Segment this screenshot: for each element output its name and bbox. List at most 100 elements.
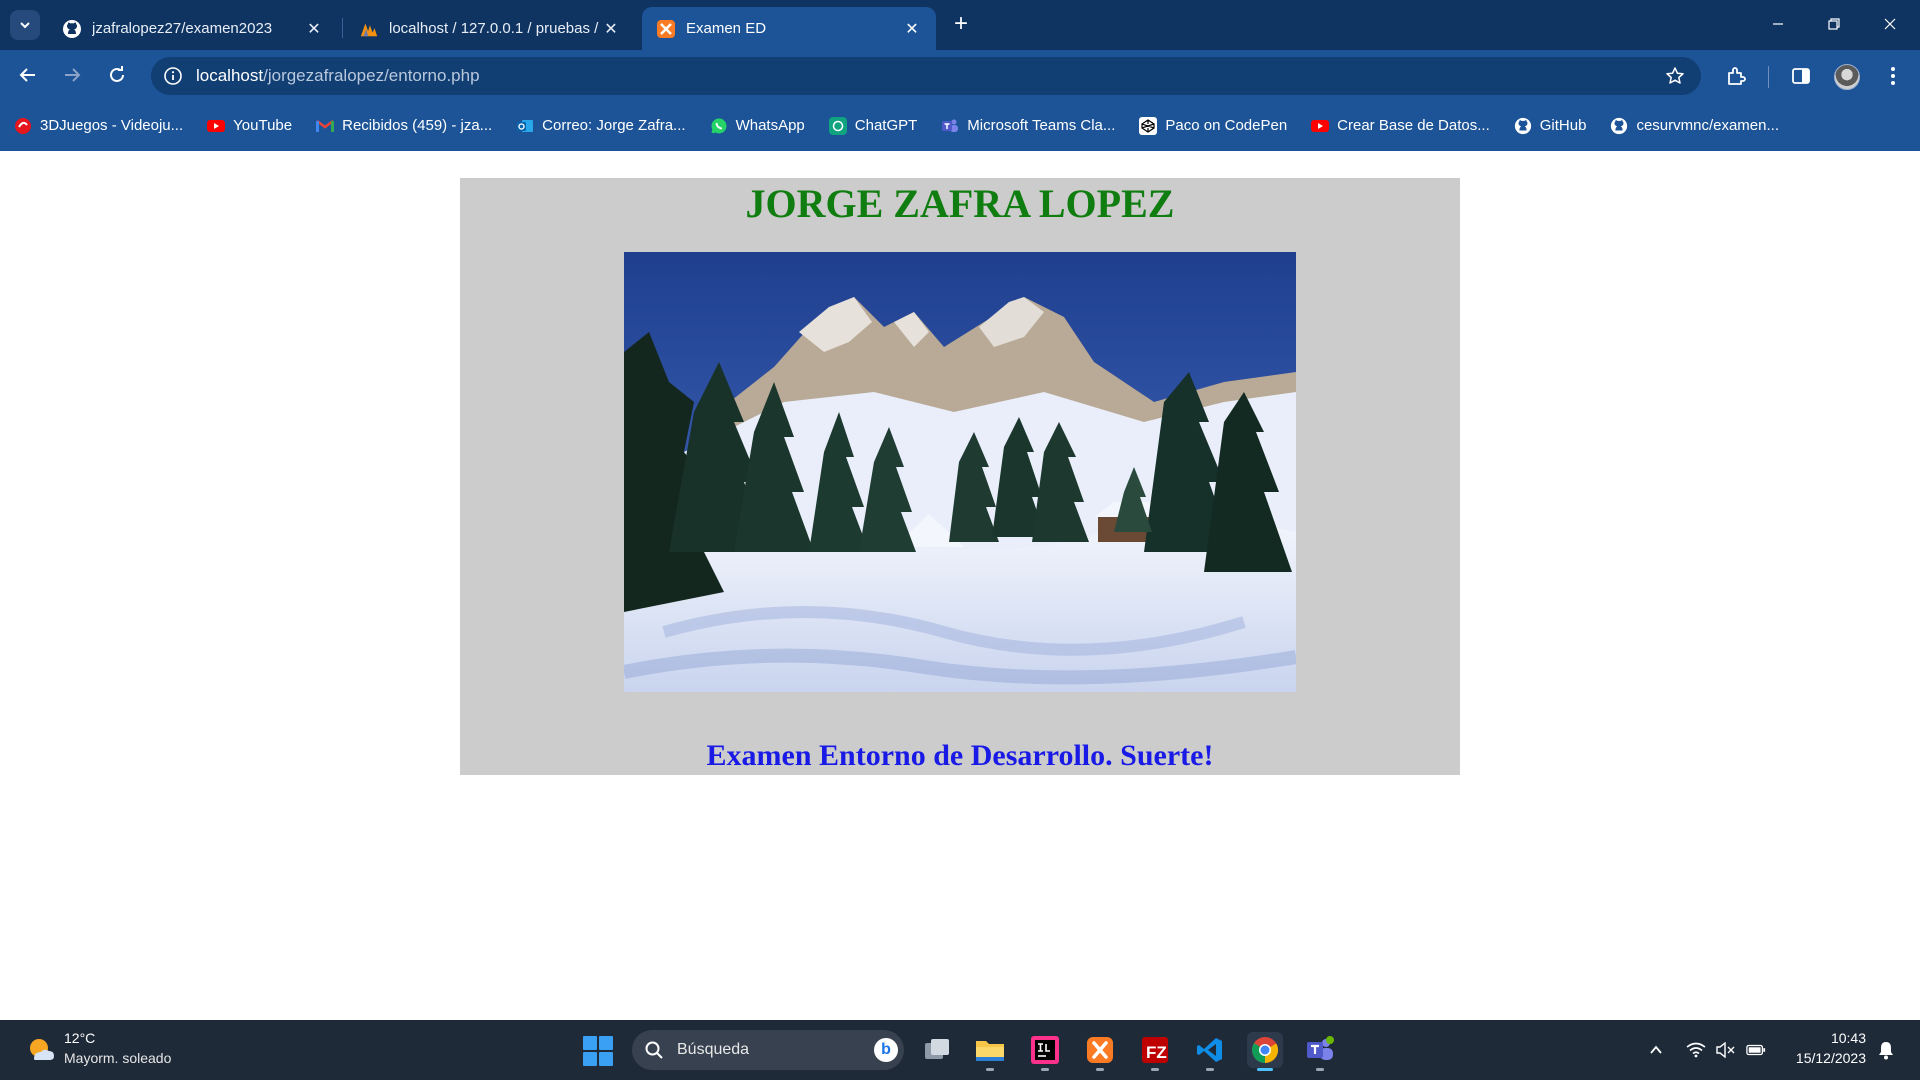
weather-condition[interactable]: Mayorm. soleado [64, 1050, 171, 1066]
tab-examen-ed[interactable]: Examen ED ✕ [642, 7, 936, 50]
restore-button[interactable] [1806, 0, 1862, 48]
bookmark-label: Microsoft Teams Cla... [967, 117, 1116, 134]
windows-logo-tile [583, 1052, 597, 1066]
bookmark-chatgpt[interactable]: ChatGPT [828, 111, 918, 141]
bookmark-star-icon[interactable] [1663, 64, 1687, 88]
url-path: /jorgezafralopez/entorno.php [263, 66, 480, 85]
bookmark-label: Correo: Jorge Zafra... [542, 117, 686, 134]
close-icon[interactable]: ✕ [302, 17, 326, 41]
filezilla-icon[interactable]: FZ [1137, 1032, 1173, 1071]
app-indicator [1041, 1068, 1049, 1071]
file-explorer-icon[interactable] [972, 1032, 1008, 1071]
xampp-icon [656, 19, 676, 39]
avatar[interactable] [1834, 64, 1860, 90]
bookmark-codepen[interactable]: Paco on CodePen [1139, 111, 1287, 141]
address-bar[interactable]: localhost/jorgezafralopez/entorno.php [151, 57, 1701, 95]
battery-icon[interactable] [1746, 1040, 1766, 1060]
close-icon [1884, 18, 1896, 30]
reload-button[interactable] [101, 59, 133, 91]
arrow-right-icon [65, 68, 81, 82]
close-window-button[interactable] [1862, 0, 1918, 48]
bookmark-teams[interactable]: Microsoft Teams Cla... [941, 111, 1115, 141]
side-panel-icon[interactable] [1788, 63, 1814, 89]
teams-icon[interactable] [1302, 1032, 1338, 1071]
url-host: localhost [196, 66, 264, 85]
bookmark-cesurvmnc[interactable]: cesurvmnc/examen... [1610, 111, 1779, 141]
weather-sun-cloud-icon[interactable] [26, 1035, 56, 1065]
bing-icon[interactable]: b [874, 1038, 898, 1062]
bookmark-youtube[interactable]: YouTube [207, 111, 292, 141]
chrome-icon[interactable] [1247, 1032, 1283, 1071]
toolbar-divider [1768, 66, 1769, 88]
bookmark-outlook[interactable]: Correo: Jorge Zafra... [516, 111, 686, 141]
windows-logo-tile [599, 1052, 613, 1066]
tab-title: localhost / 127.0.0.1 / pruebas / [389, 20, 599, 37]
start-button[interactable] [583, 1036, 613, 1066]
clock-date[interactable]: 15/12/2023 [1780, 1050, 1866, 1066]
search-icon [645, 1041, 663, 1059]
bookmark-crear-base-de-datos[interactable]: Crear Base de Datos... [1311, 111, 1490, 141]
minimize-button[interactable] [1750, 0, 1806, 48]
notification-bell-icon[interactable] [1876, 1040, 1896, 1060]
bookmark-label: ChatGPT [854, 117, 918, 134]
bookmark-label: YouTube [233, 117, 293, 134]
whatsapp-icon [710, 117, 728, 135]
vscode-icon[interactable] [1192, 1032, 1228, 1071]
phpmyadmin-icon [359, 19, 379, 39]
bookmark-label: GitHub [1539, 117, 1587, 134]
xampp-icon[interactable] [1082, 1032, 1118, 1071]
bookmark-github[interactable]: GitHub [1514, 111, 1587, 141]
reload-icon [110, 66, 124, 82]
tab-phpmyadmin[interactable]: localhost / 127.0.0.1 / pruebas / ✕ [345, 7, 635, 50]
app-indicator [1206, 1068, 1214, 1071]
volume-muted-icon[interactable] [1716, 1040, 1736, 1060]
windows-logo-tile [583, 1036, 597, 1050]
app-indicator [1257, 1068, 1273, 1071]
url-text[interactable]: localhost/jorgezafralopez/entorno.php [196, 66, 480, 86]
close-icon[interactable]: ✕ [900, 17, 924, 41]
wifi-icon[interactable] [1686, 1040, 1706, 1060]
search-placeholder: Búsqueda [677, 1041, 750, 1058]
bookmark-label: Paco on CodePen [1165, 117, 1288, 134]
arrow-left-icon [19, 68, 35, 82]
gmail-icon [316, 117, 335, 135]
tab-github[interactable]: jzafralopez27/examen2023 ✕ [48, 7, 338, 50]
tab-separator [342, 18, 343, 38]
close-icon[interactable]: ✕ [599, 17, 623, 41]
chevron-up-icon[interactable] [1646, 1040, 1666, 1060]
bookmark-3djuegos[interactable]: 3DJuegos - Videoju... [14, 111, 183, 141]
weather-temperature[interactable]: 12°C [64, 1030, 95, 1046]
forward-button[interactable] [56, 59, 88, 91]
svg-text:FZ: FZ [1146, 1043, 1167, 1062]
teams-icon [941, 117, 959, 135]
mountain-photo [624, 252, 1296, 692]
3djuegos-icon [14, 117, 32, 135]
codepen-icon [1139, 116, 1158, 135]
new-tab-button[interactable]: + [948, 12, 974, 38]
youtube-icon [207, 117, 226, 135]
extensions-icon[interactable] [1723, 63, 1749, 89]
app-indicator [1096, 1068, 1104, 1071]
app-indicator [986, 1068, 994, 1071]
tab-title: Examen ED [686, 20, 767, 37]
menu-kebab-icon[interactable] [1880, 63, 1906, 89]
restore-icon [1828, 18, 1840, 30]
bookmark-label: Recibidos (459) - jza... [342, 117, 493, 134]
chevron-down-icon [20, 22, 30, 29]
back-button[interactable] [12, 59, 44, 91]
page-viewport: JORGE ZAFRA LOPEZ Examen Entorno de Desa… [0, 151, 1920, 1020]
bookmark-label: cesurvmnc/examen... [1636, 117, 1779, 134]
bookmark-whatsapp[interactable]: WhatsApp [710, 111, 805, 141]
intellij-icon[interactable] [1027, 1032, 1063, 1071]
browser-toolbar: localhost/jorgezafralopez/entorno.php [0, 50, 1920, 100]
task-view-icon[interactable] [919, 1032, 955, 1068]
site-info-icon[interactable] [161, 64, 185, 88]
bookmarks-bar: 3DJuegos - Videoju... YouTube Recibidos … [0, 100, 1920, 151]
bookmark-gmail[interactable]: Recibidos (459) - jza... [316, 111, 492, 141]
github-icon [62, 19, 82, 39]
taskbar-search[interactable]: Búsqueda b [632, 1030, 904, 1070]
windows-logo-tile [599, 1036, 613, 1050]
clock-time[interactable]: 10:43 [1800, 1030, 1866, 1046]
tab-search-button[interactable] [10, 10, 40, 40]
page-subtitle: Examen Entorno de Desarrollo. Suerte! [706, 739, 1214, 772]
